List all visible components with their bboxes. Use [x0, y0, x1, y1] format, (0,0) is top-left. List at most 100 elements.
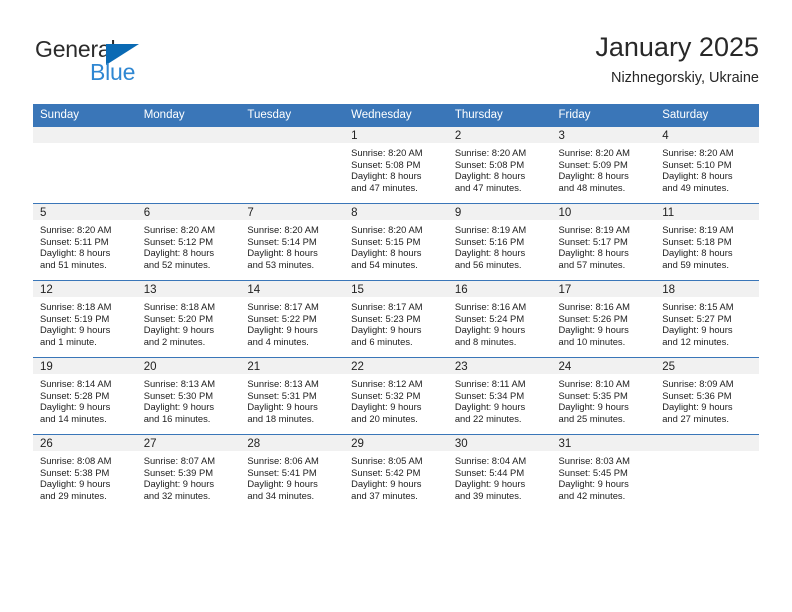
day-number: 16: [447, 281, 552, 297]
daylight-text-line2: and 39 minutes.: [454, 489, 522, 501]
daylight-text-line2: and 1 minute.: [40, 335, 97, 347]
sunrise-text: Sunrise: 8:13 AM: [143, 378, 216, 389]
day-number: 3: [551, 127, 656, 143]
sunset-text: Sunset: 5:24 PM: [454, 312, 525, 324]
day-number: 2: [447, 127, 552, 143]
daylight-text-line1: Daylight: 9 hours: [351, 401, 422, 413]
calendar-day-cell[interactable]: 29 Sunrise: 8:05 AM Sunset: 5:42 PM Dayligh…: [344, 434, 448, 511]
sunrise-text: Sunrise: 8:20 AM: [143, 224, 216, 235]
daylight-text-line2: and 32 minutes.: [143, 489, 211, 501]
sunrise-text: Sunrise: 8:13 AM: [247, 378, 319, 389]
sunrise-text: Sunrise: 8:04 AM: [454, 455, 527, 466]
sunrise-text: Sunrise: 8:20 AM: [662, 147, 734, 158]
calendar-day-cell[interactable]: 18 Sunrise: 8:15 AM Sunset: 5:27 PM Dayligh…: [655, 280, 759, 358]
calendar-day-cell-empty: [655, 434, 759, 511]
day-details: Sunrise: 8:20 AM Sunset: 5:08 PM Daylight:…: [448, 143, 552, 193]
calendar-day-cell[interactable]: 12 Sunrise: 8:18 AM Sunset: 5:19 PM Dayligh…: [33, 280, 137, 358]
sunrise-text: Sunrise: 8:16 AM: [454, 301, 527, 312]
logo-text-blue: Blue: [90, 59, 136, 85]
day-details: Sunrise: 8:03 AM Sunset: 5:45 PM Daylight:…: [552, 451, 656, 501]
calendar-week-row: 26 Sunrise: 8:08 AM Sunset: 5:38 PM Dayligh…: [33, 434, 759, 511]
calendar-day-cell[interactable]: 8 Sunrise: 8:20 AM Sunset: 5:15 PM Daylight…: [344, 203, 448, 281]
calendar-day-cell[interactable]: 24 Sunrise: 8:10 AM Sunset: 5:35 PM Dayligh…: [551, 357, 656, 435]
daylight-text-line1: Daylight: 9 hours: [143, 478, 215, 490]
calendar-day-cell[interactable]: 14 Sunrise: 8:17 AM Sunset: 5:22 PM Dayligh…: [240, 280, 345, 358]
calendar-day-cell[interactable]: 27 Sunrise: 8:07 AM Sunset: 5:39 PM Dayligh…: [136, 434, 241, 511]
calendar-day-cell[interactable]: 1 Sunrise: 8:20 AM Sunset: 5:08 PM Daylight…: [344, 127, 448, 204]
weekday-header-thursday: Thursday: [447, 104, 552, 127]
day-details: Sunrise: 8:16 AM Sunset: 5:26 PM Daylight:…: [552, 297, 656, 347]
sunrise-text: Sunrise: 8:19 AM: [662, 224, 734, 235]
sunset-text: Sunset: 5:15 PM: [351, 235, 421, 247]
daylight-text-line2: and 8 minutes.: [454, 335, 517, 347]
calendar-day-cell[interactable]: 31 Sunrise: 8:03 AM Sunset: 5:45 PM Dayligh…: [551, 434, 656, 511]
sunrise-text: Sunrise: 8:16 AM: [558, 301, 630, 312]
daylight-text-line1: Daylight: 8 hours: [662, 247, 733, 259]
calendar-day-cell[interactable]: 4 Sunrise: 8:20 AM Sunset: 5:10 PM Daylight…: [655, 127, 759, 204]
calendar-day-cell-empty: [136, 127, 241, 204]
daylight-text-line2: and 56 minutes.: [454, 258, 522, 270]
daylight-text-line2: and 49 minutes.: [662, 181, 729, 193]
day-number: 18: [655, 281, 759, 297]
sunrise-text: Sunrise: 8:20 AM: [454, 147, 527, 158]
calendar-day-cell[interactable]: 2 Sunrise: 8:20 AM Sunset: 5:08 PM Daylight…: [447, 127, 552, 204]
calendar-day-cell[interactable]: 11 Sunrise: 8:19 AM Sunset: 5:18 PM Dayligh…: [655, 203, 759, 281]
calendar-day-cell[interactable]: 6 Sunrise: 8:20 AM Sunset: 5:12 PM Daylight…: [136, 203, 241, 281]
calendar-day-cell[interactable]: 22 Sunrise: 8:12 AM Sunset: 5:32 PM Dayligh…: [344, 357, 448, 435]
calendar-day-cell[interactable]: 25 Sunrise: 8:09 AM Sunset: 5:36 PM Dayligh…: [655, 357, 759, 435]
calendar-day-cell[interactable]: 9 Sunrise: 8:19 AM Sunset: 5:16 PM Daylight…: [447, 203, 552, 281]
daylight-text-line2: and 48 minutes.: [558, 181, 626, 193]
day-number: [136, 127, 241, 143]
title-block: January 2025 Nizhnegorskiy, Ukraine: [595, 30, 759, 89]
weekday-header-wednesday: Wednesday: [344, 104, 448, 127]
daylight-text-line2: and 57 minutes.: [558, 258, 626, 270]
daylight-text-line1: Daylight: 9 hours: [662, 324, 733, 336]
calendar-day-cell[interactable]: 5 Sunrise: 8:20 AM Sunset: 5:11 PM Daylight…: [33, 203, 137, 281]
calendar-week-row: 5 Sunrise: 8:20 AM Sunset: 5:11 PM Daylight…: [33, 203, 759, 281]
day-details: Sunrise: 8:20 AM Sunset: 5:11 PM Daylight:…: [33, 220, 137, 270]
calendar-day-cell[interactable]: 15 Sunrise: 8:17 AM Sunset: 5:23 PM Dayligh…: [344, 280, 448, 358]
daylight-text-line1: Daylight: 9 hours: [143, 324, 215, 336]
sunset-text: Sunset: 5:42 PM: [351, 466, 421, 478]
calendar-day-cell[interactable]: 26 Sunrise: 8:08 AM Sunset: 5:38 PM Dayligh…: [33, 434, 137, 511]
sunset-text: Sunset: 5:26 PM: [558, 312, 628, 324]
calendar-day-cell[interactable]: 23 Sunrise: 8:11 AM Sunset: 5:34 PM Dayligh…: [447, 357, 552, 435]
calendar-day-cell[interactable]: 20 Sunrise: 8:13 AM Sunset: 5:30 PM Dayligh…: [136, 357, 241, 435]
day-details: Sunrise: 8:13 AM Sunset: 5:31 PM Daylight:…: [240, 374, 344, 424]
day-number: 14: [240, 281, 345, 297]
day-number: 26: [33, 435, 137, 451]
day-details: Sunrise: 8:11 AM Sunset: 5:34 PM Daylight:…: [448, 374, 552, 424]
day-number: 30: [447, 435, 552, 451]
calendar-page: General Blue January 2025 Nizhnegorskiy,…: [0, 0, 792, 612]
calendar-day-cell[interactable]: 30 Sunrise: 8:04 AM Sunset: 5:44 PM Dayligh…: [447, 434, 552, 511]
calendar-day-cell[interactable]: 10 Sunrise: 8:19 AM Sunset: 5:17 PM Dayligh…: [551, 203, 656, 281]
sunset-text: Sunset: 5:27 PM: [662, 312, 732, 324]
day-details: Sunrise: 8:20 AM Sunset: 5:08 PM Daylight:…: [344, 143, 448, 193]
weekday-header-sunday: Sunday: [33, 104, 137, 127]
sunset-text: Sunset: 5:09 PM: [558, 158, 628, 170]
calendar-day-cell[interactable]: 21 Sunrise: 8:13 AM Sunset: 5:31 PM Dayligh…: [240, 357, 345, 435]
daylight-text-line2: and 37 minutes.: [351, 489, 418, 501]
daylight-text-line1: Daylight: 8 hours: [454, 170, 526, 182]
calendar-day-cell[interactable]: 7 Sunrise: 8:20 AM Sunset: 5:14 PM Daylight…: [240, 203, 345, 281]
day-number: 28: [240, 435, 345, 451]
daylight-text-line1: Daylight: 8 hours: [662, 170, 733, 182]
daylight-text-line1: Daylight: 9 hours: [454, 324, 526, 336]
day-number: 15: [344, 281, 448, 297]
calendar-day-cell[interactable]: 28 Sunrise: 8:06 AM Sunset: 5:41 PM Dayligh…: [240, 434, 345, 511]
calendar-day-cell[interactable]: 17 Sunrise: 8:16 AM Sunset: 5:26 PM Dayligh…: [551, 280, 656, 358]
calendar-day-cell[interactable]: 16 Sunrise: 8:16 AM Sunset: 5:24 PM Dayligh…: [447, 280, 552, 358]
daylight-text-line2: and 20 minutes.: [351, 412, 418, 424]
day-number: [33, 127, 137, 143]
calendar-day-cell[interactable]: 3 Sunrise: 8:20 AM Sunset: 5:09 PM Daylight…: [551, 127, 656, 204]
sunset-text: Sunset: 5:10 PM: [662, 158, 732, 170]
daylight-text-line2: and 25 minutes.: [558, 412, 626, 424]
calendar-day-cell[interactable]: 19 Sunrise: 8:14 AM Sunset: 5:28 PM Dayligh…: [33, 357, 137, 435]
day-number: 7: [240, 204, 345, 220]
calendar-header-row: Sunday Monday Tuesday Wednesday Thursday…: [33, 104, 759, 127]
sunset-text: Sunset: 5:30 PM: [143, 389, 214, 401]
page-header: General Blue January 2025 Nizhnegorskiy,…: [33, 30, 759, 92]
daylight-text-line1: Daylight: 9 hours: [143, 401, 215, 413]
sunset-text: Sunset: 5:36 PM: [662, 389, 732, 401]
calendar-day-cell[interactable]: 13 Sunrise: 8:18 AM Sunset: 5:20 PM Dayligh…: [136, 280, 241, 358]
